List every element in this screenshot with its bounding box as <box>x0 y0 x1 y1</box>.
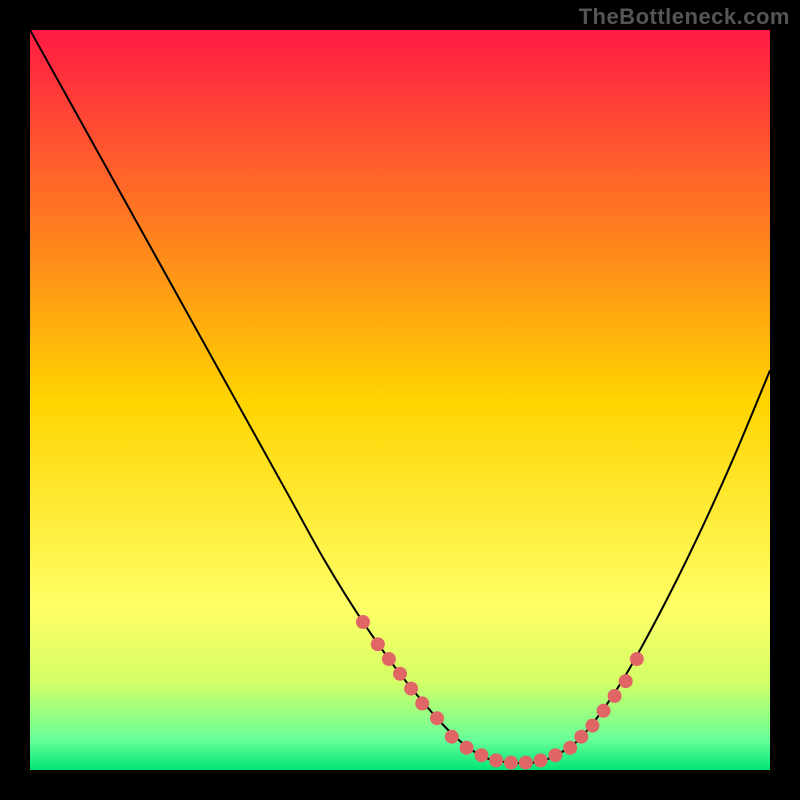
dot-right <box>585 719 599 733</box>
dot-bottom <box>519 756 533 770</box>
dot-right <box>630 652 644 666</box>
dot-left <box>415 696 429 710</box>
dot-bottom <box>504 756 518 770</box>
dot-right <box>574 730 588 744</box>
chart-frame: TheBottleneck.com <box>0 0 800 800</box>
dot-right <box>563 741 577 755</box>
chart-svg <box>30 30 770 770</box>
dot-bottom <box>460 741 474 755</box>
dot-left <box>371 637 385 651</box>
dot-bottom <box>548 748 562 762</box>
dot-bottom <box>474 748 488 762</box>
dot-left <box>356 615 370 629</box>
dot-bottom <box>534 753 548 767</box>
watermark-text: TheBottleneck.com <box>579 4 790 30</box>
dot-left <box>393 667 407 681</box>
dot-left <box>382 652 396 666</box>
dot-right <box>597 704 611 718</box>
dot-bottom <box>445 730 459 744</box>
dot-bottom <box>489 753 503 767</box>
dot-left <box>404 682 418 696</box>
dot-left <box>430 711 444 725</box>
plot-area <box>30 30 770 770</box>
dot-right <box>608 689 622 703</box>
gradient-background <box>30 30 770 770</box>
dot-right <box>619 674 633 688</box>
